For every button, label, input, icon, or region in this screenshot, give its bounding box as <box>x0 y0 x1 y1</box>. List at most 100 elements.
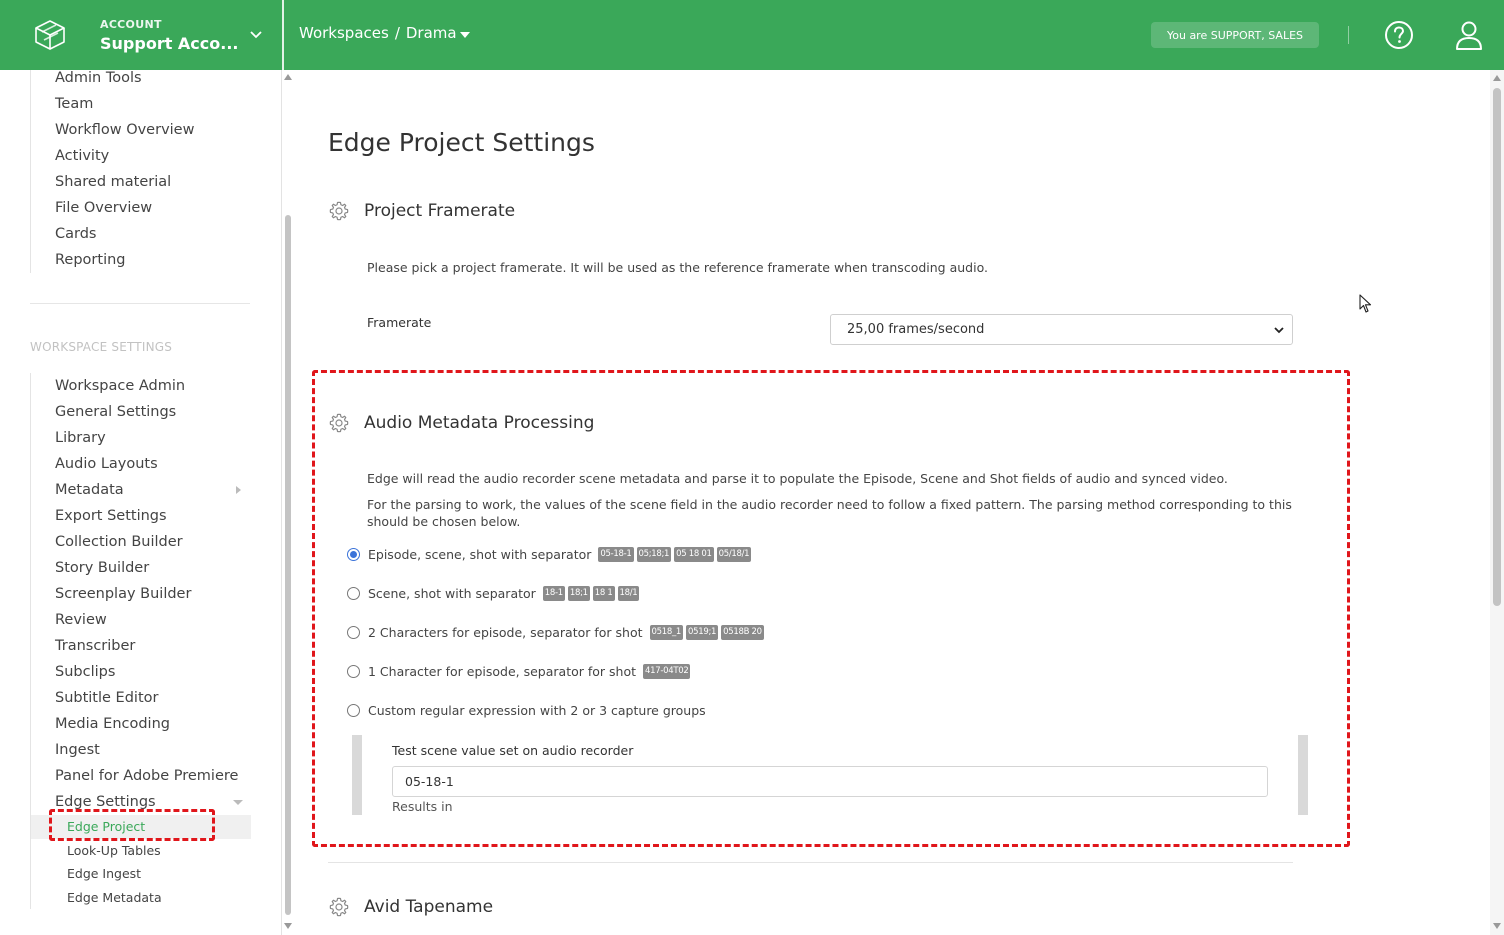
example-chip: 417-04T02 <box>643 664 691 679</box>
breadcrumb-separator: / <box>394 24 400 42</box>
sidebar: Admin Tools Team Workflow Overview Activ… <box>0 70 282 935</box>
role-badge: You are SUPPORT, SALES <box>1151 22 1319 48</box>
help-icon[interactable] <box>1383 19 1415 51</box>
example-chips: 18-1 18;1 18 1 18/1 <box>540 586 640 601</box>
radio-button[interactable] <box>347 665 360 678</box>
topbar-separator <box>1348 26 1349 44</box>
chevron-down-icon <box>1274 327 1284 334</box>
sidebar-item-transcriber[interactable]: Transcriber <box>31 633 251 659</box>
sidebar-item-metadata[interactable]: Metadata <box>31 477 251 503</box>
chevron-down-icon <box>233 800 243 805</box>
topbar-divider <box>282 0 284 70</box>
sidebar-subitem-edge-metadata[interactable]: Edge Metadata <box>31 886 251 910</box>
sidebar-subitem-look-up-tables[interactable]: Look-Up Tables <box>31 839 251 863</box>
example-chip: 18;1 <box>567 586 590 601</box>
sidebar-item-subtitle-editor[interactable]: Subtitle Editor <box>31 685 251 711</box>
example-chip: 18/1 <box>617 586 640 601</box>
sidebar-item-story-builder[interactable]: Story Builder <box>31 555 251 581</box>
breadcrumb-drama[interactable]: Drama <box>406 24 470 42</box>
sidebar-item-edge-settings[interactable]: Edge Settings <box>31 789 251 815</box>
main-scrollbar[interactable] <box>1490 70 1504 935</box>
example-chip: 05-18-1 <box>598 547 634 562</box>
sidebar-item-admin-tools[interactable]: Admin Tools <box>31 70 251 91</box>
scroll-down-icon[interactable] <box>284 923 292 929</box>
sidebar-subitem-edge-ingest[interactable]: Edge Ingest <box>31 862 251 886</box>
sidebar-item-cards[interactable]: Cards <box>31 221 251 247</box>
radio-option-episode-scene-shot[interactable]: Episode, scene, shot with separator 05-1… <box>347 547 752 562</box>
gear-icon <box>329 201 349 221</box>
sidebar-item-screenplay-builder[interactable]: Screenplay Builder <box>31 581 251 607</box>
sidebar-item-media-encoding[interactable]: Media Encoding <box>31 711 251 737</box>
breadcrumb-workspaces[interactable]: Workspaces <box>299 24 389 42</box>
sidebar-workspace-nav: Workspace Admin General Settings Library… <box>30 373 251 909</box>
sidebar-item-reporting[interactable]: Reporting <box>31 247 251 273</box>
radio-option-scene-shot[interactable]: Scene, shot with separator 18-1 18;1 18 … <box>347 586 640 601</box>
sidebar-scrollbar-thumb[interactable] <box>285 215 291 915</box>
sidebar-item-audio-layouts[interactable]: Audio Layouts <box>31 451 251 477</box>
sidebar-item-review[interactable]: Review <box>31 607 251 633</box>
account-label: ACCOUNT <box>100 18 162 31</box>
user-icon[interactable] <box>1452 19 1486 51</box>
breadcrumb: Workspaces / Drama <box>299 24 470 42</box>
example-chip: 18-1 <box>542 586 565 601</box>
sidebar-item-library[interactable]: Library <box>31 425 251 451</box>
sidebar-subitem-edge-project[interactable]: Edge Project <box>31 815 251 839</box>
sidebar-item-workflow-overview[interactable]: Workflow Overview <box>31 117 251 143</box>
radio-option-custom-regex[interactable]: Custom regular expression with 2 or 3 ca… <box>347 703 706 718</box>
example-chip: 18 1 <box>592 586 615 601</box>
sidebar-item-file-overview[interactable]: File Overview <box>31 195 251 221</box>
test-scene-label: Test scene value set on audio recorder <box>392 743 634 758</box>
radio-option-1-char-episode[interactable]: 1 Character for episode, separator for s… <box>347 664 691 679</box>
example-chip: 05 18 01 <box>674 547 714 562</box>
sidebar-scrollbar[interactable] <box>284 70 292 935</box>
top-bar: ACCOUNT Support Acco... Workspaces / Dra… <box>0 0 1504 70</box>
breadcrumb-drama-label: Drama <box>405 24 457 42</box>
radio-label: 2 Characters for episode, separator for … <box>368 625 643 640</box>
sidebar-item-workspace-admin[interactable]: Workspace Admin <box>31 373 251 399</box>
framerate-section-header: Project Framerate <box>328 200 515 222</box>
example-chips: 05-18-1 05;18;1 05 18 01 05/18/1 <box>595 547 752 562</box>
framerate-select[interactable]: 25,00 frames/second <box>830 314 1293 345</box>
chevron-down-icon[interactable] <box>248 26 264 42</box>
mouse-cursor-icon <box>1359 294 1372 313</box>
sidebar-item-panel-adobe-premiere[interactable]: Panel for Adobe Premiere <box>31 763 251 789</box>
test-scene-panel: Test scene value set on audio recorder 0… <box>352 735 1308 815</box>
sidebar-item-collection-builder[interactable]: Collection Builder <box>31 529 251 555</box>
sidebar-item-ingest[interactable]: Ingest <box>31 737 251 763</box>
scroll-down-icon[interactable] <box>1493 923 1501 929</box>
audio-section-title: Audio Metadata Processing <box>364 413 595 433</box>
audio-section-header: Audio Metadata Processing <box>328 412 594 434</box>
account-switcher[interactable]: ACCOUNT Support Acco... <box>100 18 239 53</box>
sidebar-item-subclips[interactable]: Subclips <box>31 659 251 685</box>
tapename-section-header: Avid Tapename <box>328 896 493 918</box>
sidebar-divider <box>30 303 250 304</box>
example-chip: 0518B 20 <box>721 625 764 640</box>
framerate-label: Framerate <box>367 315 432 330</box>
sidebar-item-team[interactable]: Team <box>31 91 251 117</box>
sidebar-item-general-settings[interactable]: General Settings <box>31 399 251 425</box>
sidebar-item-activity[interactable]: Activity <box>31 143 251 169</box>
app-logo-icon[interactable] <box>30 16 70 54</box>
main-content: Edge Project Settings Project Framerate … <box>292 70 1490 935</box>
radio-button[interactable] <box>347 587 360 600</box>
main-scrollbar-thumb[interactable] <box>1493 88 1501 606</box>
chevron-right-icon <box>236 486 241 494</box>
radio-button[interactable] <box>347 704 360 717</box>
radio-button[interactable] <box>347 548 360 561</box>
scroll-up-icon[interactable] <box>284 74 292 80</box>
radio-label: Episode, scene, shot with separator <box>368 547 592 562</box>
sidebar-item-shared-material[interactable]: Shared material <box>31 169 251 195</box>
radio-option-2-char-episode[interactable]: 2 Characters for episode, separator for … <box>347 625 764 640</box>
framerate-section-title: Project Framerate <box>364 201 516 221</box>
radio-label: Scene, shot with separator <box>368 586 536 601</box>
sidebar-item-export-settings[interactable]: Export Settings <box>31 503 251 529</box>
audio-description-1: Edge will read the audio recorder scene … <box>367 471 1228 486</box>
section-divider <box>328 862 1293 863</box>
radio-button[interactable] <box>347 626 360 639</box>
test-scene-input[interactable]: 05-18-1 <box>392 766 1268 797</box>
sidebar-top-nav: Admin Tools Team Workflow Overview Activ… <box>30 70 251 273</box>
scroll-up-icon[interactable] <box>1493 75 1501 81</box>
example-chip: 05;18;1 <box>636 547 672 562</box>
account-name: Support Acco... <box>100 34 239 53</box>
workspace-settings-heading: WORKSPACE SETTINGS <box>30 340 173 354</box>
